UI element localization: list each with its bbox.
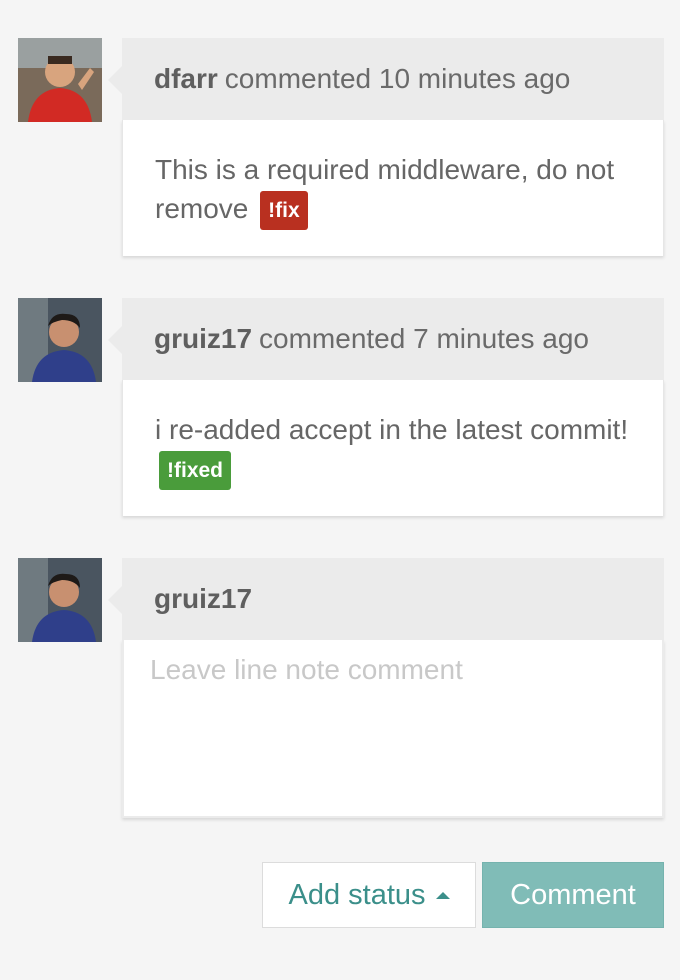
comment-header: gruiz17 commented 7 minutes ago (108, 298, 664, 380)
status-badge-fix: !fix (260, 191, 308, 231)
caret-up-icon (435, 891, 450, 899)
comment-author[interactable]: gruiz17 (154, 323, 252, 355)
comment-editor-header: gruiz17 (108, 558, 664, 640)
comment-editor-card: gruiz17 (108, 558, 664, 818)
comment-editor-author: gruiz17 (154, 583, 253, 614)
comment-text: This is a required middleware, do not re… (155, 154, 615, 224)
avatar-gruiz17[interactable] (18, 298, 102, 382)
comment-editor (122, 640, 664, 818)
comment-action: commented (259, 323, 406, 354)
avatar-gruiz17[interactable] (18, 558, 102, 642)
status-badge-fixed: !fixed (159, 451, 232, 491)
add-status-label: Add status (288, 878, 426, 911)
comment-button[interactable]: Comment (482, 862, 664, 928)
comment-author[interactable]: dfarr (154, 63, 218, 95)
comment-card: dfarr commented 10 minutes ago This is a… (108, 38, 664, 257)
comment-meta: commented 10 minutes ago (225, 63, 571, 95)
comment-action: commented (224, 63, 372, 94)
comment-input[interactable] (124, 640, 662, 816)
comment-button-label: Comment (510, 878, 636, 911)
comment-time: 7 minutes ago (413, 323, 589, 354)
comment-body: This is a required middleware, do not re… (122, 120, 664, 257)
comment-header: dfarr commented 10 minutes ago (108, 38, 664, 120)
add-status-button[interactable]: Add status (262, 862, 476, 928)
comment-time: 10 minutes ago (378, 63, 571, 94)
avatar-dfarr[interactable] (18, 38, 102, 122)
comment-card: gruiz17 commented 7 minutes ago i re-add… (108, 298, 664, 517)
comment-meta: commented 7 minutes ago (259, 323, 589, 355)
comment-text: i re-added accept in the latest commit! (155, 414, 629, 445)
comment-body: i re-added accept in the latest commit! … (122, 380, 664, 517)
